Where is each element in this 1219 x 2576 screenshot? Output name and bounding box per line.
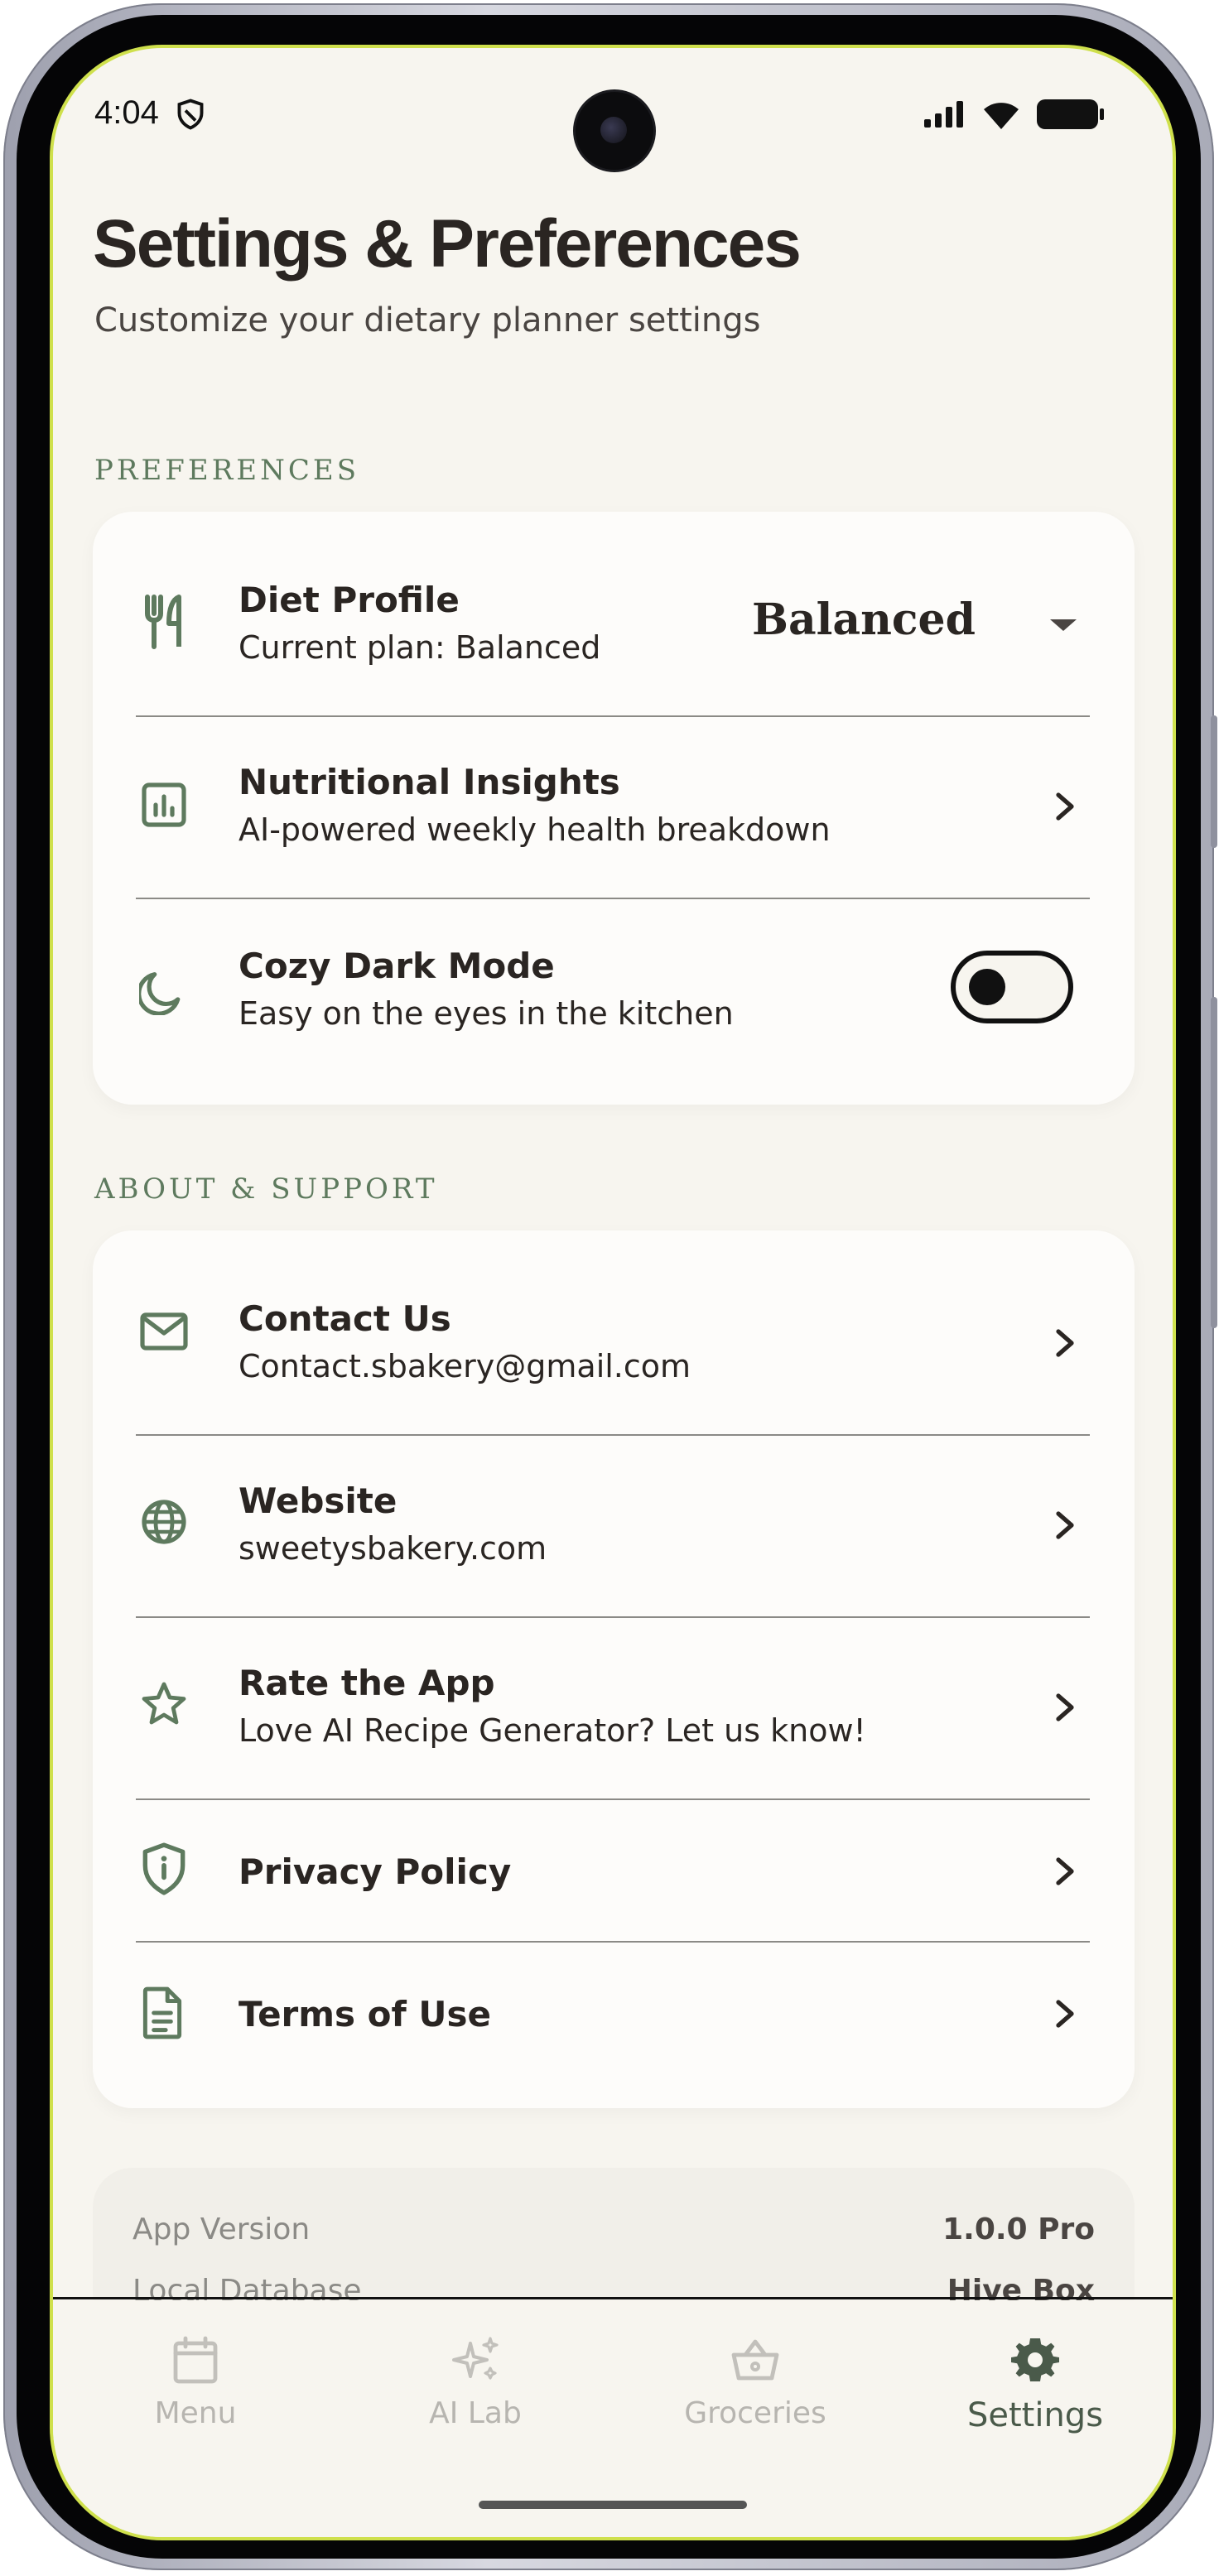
chevron-right-icon [1053, 1327, 1077, 1360]
row-title: Nutritional Insights [238, 762, 620, 802]
star-icon [139, 1679, 189, 1729]
row-subtitle: Easy on the eyes in the kitchen [238, 995, 734, 1032]
page-title: Settings & Preferences [93, 206, 802, 282]
globe-icon [139, 1497, 189, 1547]
diet-profile-row[interactable]: Diet Profile Current plan: Balanced Bala… [93, 512, 1135, 715]
diet-profile-dropdown[interactable]: Balanced [752, 595, 976, 645]
section-label-about: ABOUT & SUPPORT [94, 1172, 438, 1206]
row-subtitle: AI-powered weekly health breakdown [238, 811, 831, 848]
dark-mode-row: Cozy Dark Mode Easy on the eyes in the k… [93, 899, 1135, 1105]
nav-item-groceries[interactable]: Groceries [656, 2333, 855, 2449]
website-row[interactable]: Website sweetysbakery.com [93, 1436, 1135, 1616]
side-button [1211, 997, 1217, 1328]
chevron-right-icon [1053, 1691, 1077, 1724]
nav-divider [53, 2297, 1173, 2299]
row-title: Rate the App [238, 1663, 495, 1703]
row-title: Website [238, 1481, 398, 1521]
wifi-icon [980, 98, 1022, 134]
version-value: 1.0.0 Pro [942, 2212, 1095, 2246]
nav-label: Menu [154, 2396, 237, 2430]
toggle-knob [969, 969, 1005, 1005]
app-screen: 4:04 Settings & Preferences Customize yo… [53, 48, 1173, 2537]
front-camera [573, 89, 656, 172]
nav-label: Groceries [684, 2396, 826, 2430]
preferences-card: Diet Profile Current plan: Balanced Bala… [93, 512, 1135, 1105]
nav-label: Settings [966, 2396, 1104, 2434]
about-card: Contact Us Contact.sbakery@gmail.com Web… [93, 1230, 1135, 2108]
chevron-down-icon[interactable] [1050, 619, 1077, 631]
basket-icon [731, 2339, 779, 2381]
nutritional-insights-row[interactable]: Nutritional Insights AI-powered weekly h… [93, 717, 1135, 898]
row-title: Terms of Use [238, 1994, 491, 2034]
version-label: App Version [132, 2212, 311, 2246]
chart-icon [139, 780, 189, 830]
chevron-right-icon [1053, 1509, 1077, 1542]
chevron-right-icon [1053, 1997, 1077, 2030]
terms-of-use-row[interactable]: Terms of Use [93, 1943, 1135, 2108]
shield-info-icon [139, 1842, 189, 1895]
rate-app-row[interactable]: Rate the App Love AI Recipe Generator? L… [93, 1618, 1135, 1798]
nav-item-menu[interactable]: Menu [96, 2333, 295, 2449]
utensils-icon [139, 593, 189, 649]
nav-item-settings[interactable]: Settings [936, 2333, 1135, 2449]
sparkles-icon [452, 2337, 499, 2380]
side-button [1211, 715, 1217, 848]
row-subtitle: sweetysbakery.com [238, 1530, 547, 1567]
nav-label: AI Lab [429, 2396, 522, 2430]
section-label-preferences: PREFERENCES [94, 454, 360, 487]
signal-icon [923, 99, 967, 132]
shield-icon [176, 98, 205, 134]
row-title: Cozy Dark Mode [238, 946, 555, 986]
calendar-icon [173, 2336, 218, 2384]
contact-us-row[interactable]: Contact Us Contact.sbakery@gmail.com [93, 1230, 1135, 1434]
chevron-right-icon [1053, 790, 1077, 823]
gear-icon [1011, 2338, 1059, 2381]
mail-icon [139, 1310, 189, 1360]
row-subtitle: Contact.sbakery@gmail.com [238, 1348, 691, 1384]
row-subtitle: Love AI Recipe Generator? Let us know! [238, 1712, 866, 1749]
phone-frame: 4:04 Settings & Preferences Customize yo… [3, 3, 1217, 2570]
home-indicator [479, 2501, 747, 2509]
row-title: Privacy Policy [238, 1851, 512, 1892]
moon-icon [137, 965, 189, 1016]
dark-mode-toggle[interactable] [951, 951, 1073, 1023]
nav-item-ai-lab[interactable]: AI Lab [376, 2333, 575, 2449]
privacy-policy-row[interactable]: Privacy Policy [93, 1800, 1135, 1941]
status-time: 4:04 [94, 94, 159, 131]
row-title: Contact Us [238, 1298, 451, 1339]
battery-icon [1035, 98, 1105, 134]
row-title: Diet Profile [238, 580, 460, 620]
chevron-right-icon [1053, 1855, 1077, 1888]
document-icon [139, 1986, 189, 2039]
page-subtitle: Customize your dietary planner settings [94, 301, 761, 339]
row-subtitle: Current plan: Balanced [238, 629, 601, 666]
